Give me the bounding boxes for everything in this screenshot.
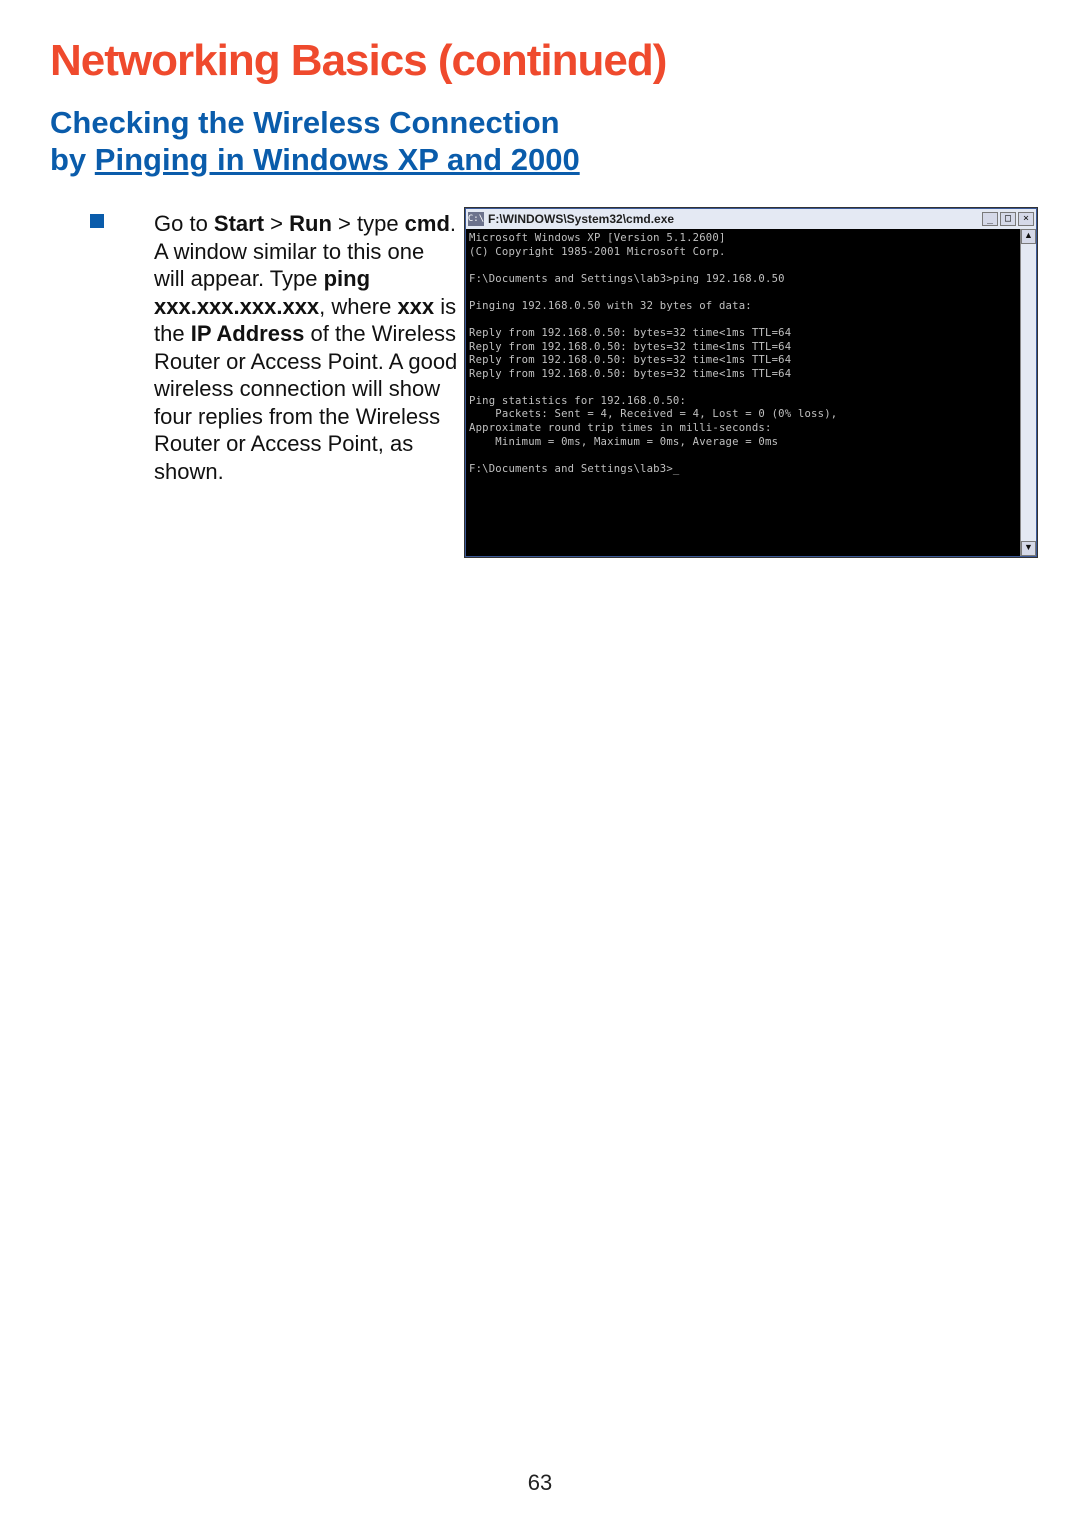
scrollbar[interactable]: ▲ ▼ — [1020, 229, 1036, 556]
cmd-app-icon: C:\ — [468, 212, 484, 226]
cmd-body-wrap: Microsoft Windows XP [Version 5.1.2600] … — [466, 229, 1036, 556]
bullet-square-icon — [90, 214, 104, 228]
txt-bold: Run — [289, 211, 332, 236]
scroll-up-button[interactable]: ▲ — [1021, 229, 1036, 244]
close-button[interactable]: × — [1018, 212, 1034, 226]
minimize-button[interactable]: _ — [982, 212, 998, 226]
subtitle-line2-prefix: by — [50, 142, 95, 177]
txt-bold: xxx — [397, 294, 434, 319]
window-buttons: _ □ × — [982, 212, 1034, 226]
maximize-button[interactable]: □ — [1000, 212, 1016, 226]
cmd-window-title: F:\WINDOWS\System32\cmd.exe — [488, 212, 982, 226]
scroll-track[interactable] — [1021, 244, 1036, 541]
txt-bold: Start — [214, 211, 264, 236]
cmd-window: C:\ F:\WINDOWS\System32\cmd.exe _ □ × Mi… — [465, 208, 1037, 557]
subtitle-line1: Checking the Wireless Connection — [50, 105, 560, 140]
txt: > — [332, 211, 357, 236]
page-title: Networking Basics (continued) — [50, 36, 1030, 86]
txt: , where — [319, 294, 397, 319]
txt-bold: cmd — [405, 211, 450, 236]
subtitle-line2-underlined: Pinging in Windows XP and 2000 — [95, 142, 580, 177]
instruction-text: Go to Start > Run > type cmd. A window s… — [154, 210, 459, 485]
cmd-output: Microsoft Windows XP [Version 5.1.2600] … — [466, 229, 1020, 556]
txt: Go to — [154, 211, 214, 236]
txt-bold: IP Address — [191, 321, 305, 346]
txt: > — [264, 211, 289, 236]
cmd-titlebar[interactable]: C:\ F:\WINDOWS\System32\cmd.exe _ □ × — [466, 209, 1036, 229]
section-subtitle: Checking the Wireless Connection by Ping… — [50, 104, 1030, 178]
page: Networking Basics (continued) Checking t… — [0, 0, 1080, 1532]
txt: type — [357, 211, 405, 236]
scroll-down-button[interactable]: ▼ — [1021, 541, 1036, 556]
body-row: Go to Start > Run > type cmd. A window s… — [90, 208, 1030, 557]
page-number: 63 — [0, 1470, 1080, 1496]
